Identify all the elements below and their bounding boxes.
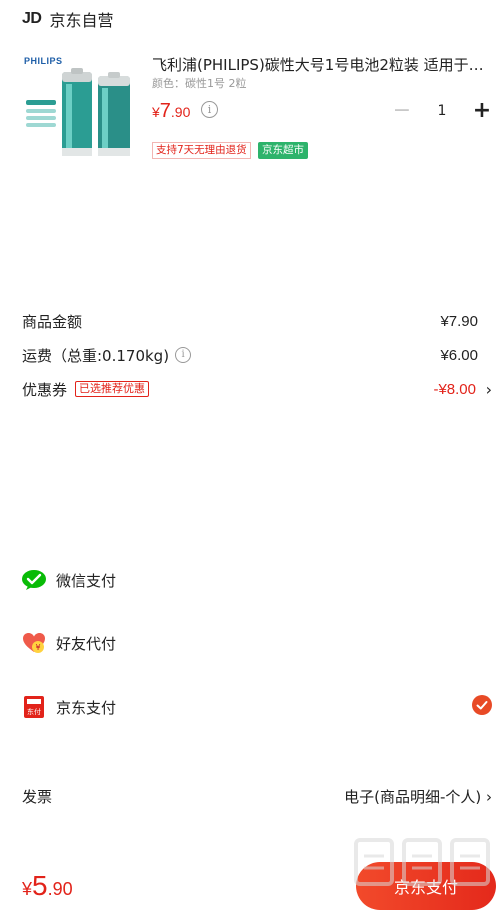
friend-pay-label: 好友代付 bbox=[56, 634, 117, 653]
total-integer: 5 bbox=[32, 870, 48, 901]
chevron-right-icon: › bbox=[485, 379, 492, 399]
pay-button[interactable]: 京东支付 bbox=[356, 862, 496, 910]
header: JD 京东自营 bbox=[0, 0, 500, 38]
payment-option-jd[interactable]: 东付 京东支付 bbox=[22, 692, 496, 722]
product-title[interactable]: 飞利浦(PHILIPS)碳性大号1号电池2粒装 适用于燃气灶热水器手电筒 bbox=[152, 54, 484, 75]
return-policy-badge: 支持7天无理由退货 bbox=[152, 142, 251, 159]
goods-amount-row: 商品金额 ¥7.90 bbox=[22, 309, 492, 333]
jd-pay-icon: 东付 bbox=[22, 695, 46, 719]
svg-text:¥: ¥ bbox=[35, 643, 40, 652]
total-decimal: .90 bbox=[47, 879, 73, 899]
total-price: ¥5.90 bbox=[22, 870, 73, 902]
price-integer: 7 bbox=[159, 100, 171, 122]
invoice-row[interactable]: 发票 电子(商品明细-个人) › bbox=[22, 784, 496, 808]
coupon-label: 优惠券 bbox=[22, 380, 68, 399]
shipping-row: 运费（总重:0.170kg) i ¥6.00 bbox=[22, 343, 492, 367]
product-image[interactable]: PHILIPS bbox=[22, 54, 138, 158]
goods-amount-label: 商品金额 bbox=[22, 312, 83, 331]
product-card[interactable]: PHILIPS 飞利浦(PHILIPS)碳性大号1号电池2粒装 适用于燃气灶热水… bbox=[0, 48, 500, 159]
jd-pay-label: 京东支付 bbox=[56, 698, 117, 717]
brand-logo: PHILIPS bbox=[24, 56, 63, 66]
price-decimal: .90 bbox=[170, 104, 191, 120]
coupon-row[interactable]: 优惠券 已选推荐优惠 -¥8.00 › bbox=[22, 377, 492, 401]
svg-text:东付: 东付 bbox=[27, 707, 41, 716]
price-currency: ¥ bbox=[152, 104, 160, 120]
decrease-button[interactable]: − bbox=[392, 98, 412, 124]
increase-button[interactable]: + bbox=[472, 98, 492, 124]
payment-option-friend[interactable]: ¥ 好友代付 bbox=[22, 628, 496, 658]
quantity-stepper: − 1 + bbox=[392, 98, 492, 124]
coupon-value: -¥8.00 bbox=[433, 380, 476, 398]
quantity-value[interactable]: 1 bbox=[432, 98, 452, 124]
chevron-right-icon: › bbox=[486, 787, 492, 806]
invoice-value: 电子(商品明细-个人) › bbox=[344, 786, 492, 807]
jd-logo: JD bbox=[22, 10, 42, 27]
shipping-value: ¥6.00 bbox=[440, 346, 478, 364]
goods-amount-value: ¥7.90 bbox=[440, 312, 478, 330]
product-price: ¥7.90 bbox=[152, 100, 190, 123]
price-info-icon[interactable]: i bbox=[201, 101, 218, 118]
friend-pay-icon: ¥ bbox=[22, 631, 46, 655]
wechat-pay-label: 微信支付 bbox=[56, 571, 117, 590]
invoice-label: 发票 bbox=[22, 787, 53, 806]
jd-supermarket-badge: 京东超市 bbox=[258, 142, 308, 159]
coupon-recommended-tag: 已选推荐优惠 bbox=[75, 381, 150, 397]
shop-name[interactable]: 京东自营 bbox=[49, 7, 113, 31]
payment-option-wechat[interactable]: 微信支付 bbox=[22, 565, 496, 595]
total-currency: ¥ bbox=[22, 879, 33, 899]
selected-check-icon[interactable] bbox=[472, 695, 492, 715]
shipping-info-icon[interactable]: i bbox=[175, 347, 192, 363]
wechat-pay-icon bbox=[22, 568, 46, 592]
product-spec[interactable]: 颜色：碳性1号 2粒 bbox=[152, 75, 247, 91]
shipping-label: 运费（总重:0.170kg) bbox=[22, 346, 170, 365]
battery-image bbox=[26, 68, 130, 156]
invoice-type: 电子(商品明细-个人) bbox=[344, 787, 482, 806]
